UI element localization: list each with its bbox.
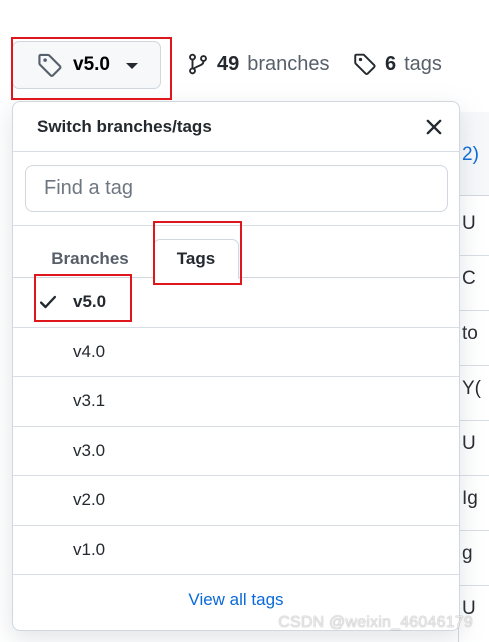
row-divider (459, 475, 489, 476)
list-item-v4-0[interactable]: v4.0 (13, 328, 459, 377)
file-row-fragment[interactable]: Y( (462, 378, 481, 400)
ref-selector-label: v5.0 (73, 54, 110, 75)
file-row-fragment[interactable]: to (462, 323, 478, 345)
check-icon (39, 295, 57, 309)
list-item-label: v3.0 (73, 440, 106, 460)
branches-count: 49 (217, 52, 240, 75)
ref-type-tabs: Branches Tags (13, 226, 459, 279)
tags-count: 6 (385, 52, 397, 75)
tab-branches[interactable]: Branches (35, 239, 145, 279)
caret-down-icon (125, 63, 138, 69)
close-icon[interactable] (423, 116, 445, 138)
list-item-label: v1.0 (73, 539, 106, 559)
list-item-v3-0[interactable]: v3.0 (13, 427, 459, 476)
list-item-label: v5.0 (73, 292, 107, 312)
row-divider (459, 585, 489, 586)
ref-selector-button[interactable]: v5.0 (12, 41, 161, 89)
find-tag-input[interactable] (25, 165, 448, 212)
file-row-fragment[interactable]: g (462, 543, 473, 565)
list-item-v5-0[interactable]: v5.0 (13, 278, 459, 328)
tag-list: v5.0 v4.0 v3.1 v3.0 v2.0 v1.0 (13, 278, 459, 575)
git-branch-icon (189, 53, 207, 75)
list-item-label: v2.0 (73, 490, 106, 510)
dropdown-header: Switch branches/tags (13, 102, 459, 152)
row-divider (459, 365, 489, 366)
file-row-fragment[interactable]: C (462, 268, 476, 290)
tags-link[interactable]: 6 tags (353, 48, 442, 80)
row-divider (459, 420, 489, 421)
file-row-fragment[interactable]: U (462, 213, 476, 235)
row-divider (459, 255, 489, 256)
list-item-v2-0[interactable]: v2.0 (13, 476, 459, 526)
tab-tags[interactable]: Tags (153, 239, 239, 279)
view-all-tags-link[interactable]: View all tags (188, 590, 283, 610)
branches-label: branches (247, 52, 330, 75)
commit-count-fragment[interactable]: 2) (462, 144, 479, 166)
list-item-v1-0[interactable]: v1.0 (13, 526, 459, 575)
list-item-label: v3.1 (73, 391, 106, 411)
switch-ref-dropdown: Switch branches/tags Branches Tags v5.0 … (12, 101, 460, 631)
list-item-label: v4.0 (73, 341, 106, 361)
dropdown-title: Switch branches/tags (37, 116, 212, 136)
watermark: CSDN @weixin_46046179 (278, 614, 473, 631)
filter-section (13, 152, 459, 226)
branches-link[interactable]: 49 branches (187, 48, 330, 80)
row-divider (459, 530, 489, 531)
list-item-v3-1[interactable]: v3.1 (13, 377, 459, 427)
file-row-fragment[interactable]: Ig (462, 488, 478, 510)
tag-icon (354, 53, 376, 76)
tags-label: tags (404, 52, 442, 75)
file-row-fragment[interactable]: U (462, 433, 476, 455)
tag-icon (38, 53, 62, 77)
row-divider (459, 310, 489, 311)
